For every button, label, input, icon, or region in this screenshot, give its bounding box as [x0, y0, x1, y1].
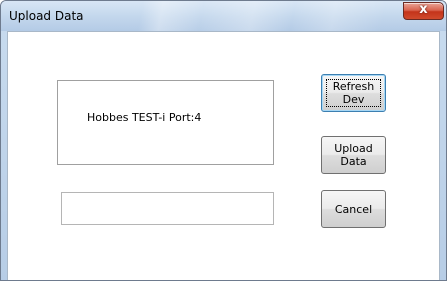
cancel-button[interactable]: Cancel: [321, 190, 386, 228]
window-title: Upload Data: [9, 9, 84, 23]
refresh-dev-label: Refresh Dev: [332, 80, 375, 106]
dialog-client-area: Hobbes TEST-i Port:4 Refresh Dev Upload …: [7, 31, 440, 280]
upload-progress-bar: [61, 192, 274, 225]
refresh-dev-button[interactable]: Refresh Dev: [321, 74, 386, 112]
cancel-label: Cancel: [334, 202, 373, 216]
device-info-label: Hobbes TEST-i Port:4: [87, 111, 202, 124]
upload-data-label: Upload Data: [334, 142, 373, 168]
close-button[interactable]: x: [403, 2, 444, 20]
upload-data-button[interactable]: Upload Data: [321, 136, 386, 174]
upload-data-dialog: Upload Data x Hobbes TEST-i Port:4 Refre…: [0, 0, 447, 281]
title-bar[interactable]: Upload Data x: [1, 1, 446, 31]
close-icon: x: [419, 2, 428, 17]
device-info-panel: Hobbes TEST-i Port:4: [57, 80, 274, 165]
